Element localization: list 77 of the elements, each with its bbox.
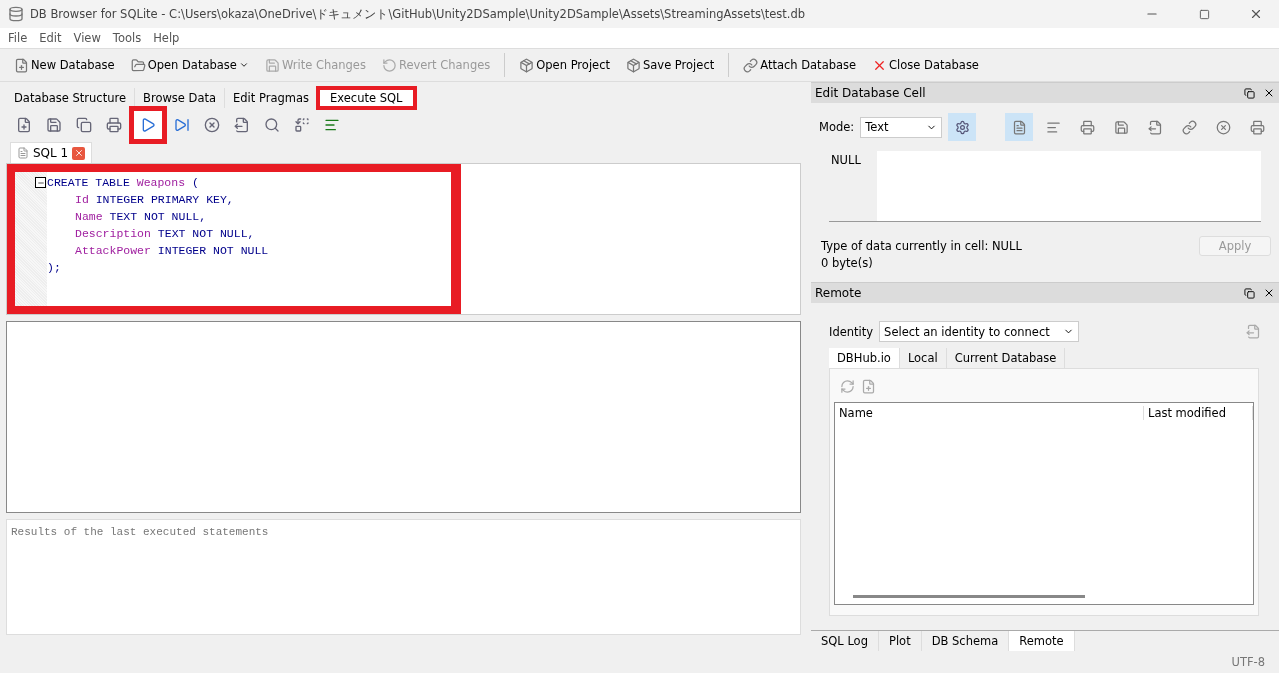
clear-icon <box>1215 119 1231 135</box>
menu-item[interactable]: File <box>2 31 34 45</box>
lines-icon <box>324 117 340 133</box>
box-icon <box>519 57 535 73</box>
code-line: Name TEXT NOT NULL, <box>74 209 208 225</box>
indent-icon <box>1045 119 1061 135</box>
dock-title: Remote <box>815 286 863 300</box>
code-line: ); <box>47 260 62 276</box>
print-icon <box>1249 119 1265 135</box>
code-line: Description TEXT NOT NULL, <box>74 226 256 242</box>
undo-icon <box>381 57 397 73</box>
app-icon <box>8 6 24 22</box>
size-info: 0 byte(s) <box>821 256 873 270</box>
column-header[interactable]: Name <box>835 406 1144 420</box>
export-icon <box>1147 119 1163 135</box>
toolbar-button[interactable]: Open Database <box>122 55 257 75</box>
code-line: AttackPower INTEGER NOT NULL <box>74 243 270 259</box>
close-icon <box>1249 7 1263 21</box>
window-title: DB Browser for SQLite - C:\Users\okaza\OneDrive\ドキュメント\GitHub\Unity2DSample\Unity2DSample\Assets\StreamingAssets\test.db <box>30 6 807 22</box>
toolbar-icon-button[interactable] <box>130 107 166 143</box>
identity-select[interactable]: Select an identity to connect <box>879 321 1080 342</box>
menu-item[interactable]: Tools <box>106 31 148 45</box>
code-line: Id INTEGER PRIMARY KEY, <box>74 192 235 208</box>
caret-icon <box>238 60 249 70</box>
save-icon <box>1113 119 1129 135</box>
encoding-label: UTF-8 <box>1231 655 1265 669</box>
skip-icon <box>174 117 190 133</box>
select-value: Text <box>865 120 889 134</box>
export-icon <box>234 117 250 133</box>
message-pane: Results of the last executed statements <box>6 519 801 635</box>
document-icon <box>1011 119 1027 135</box>
code-line: CREATE TABLE Weapons ( <box>47 174 451 191</box>
tab[interactable]: Execute SQL <box>318 88 416 108</box>
toolbar-button[interactable]: Close Database <box>864 55 987 75</box>
cell-value: NULL <box>829 151 877 221</box>
dock-title: Edit Database Cell <box>815 86 927 100</box>
float-icon[interactable] <box>1244 287 1255 299</box>
menu-item[interactable]: View <box>67 31 107 45</box>
sql-editor[interactable]: CREATE TABLE Weapons ( Id INTEGER PRIMARY KEY, Name TEXT NOT NULL, Description TEXT NOT NULL, AttackPower INTEGER NOT NULL ); <box>6 163 801 315</box>
mode-label: Mode: <box>819 120 855 134</box>
identity-label: Identity <box>829 324 874 339</box>
file-plus-icon <box>14 57 29 73</box>
link-icon <box>743 57 759 73</box>
mode-select[interactable]: Text <box>860 116 943 138</box>
editor-tab[interactable]: SQL 1 <box>10 142 93 163</box>
printer-icon <box>1079 119 1095 135</box>
column-header[interactable]: Last modified <box>1144 406 1253 420</box>
menu-item[interactable]: Edit <box>33 31 68 45</box>
save-icon <box>264 57 280 73</box>
fold-marker-icon[interactable] <box>35 177 46 188</box>
box-icon <box>626 57 641 73</box>
select-value: Select an identity to connect <box>884 324 1050 339</box>
maximize-icon <box>1198 8 1210 20</box>
close-icon[interactable] <box>1263 87 1275 99</box>
link-icon <box>1181 119 1197 135</box>
stop-icon <box>204 117 220 133</box>
cell-editor[interactable]: NULL <box>829 151 1261 222</box>
toolbar-button[interactable]: Attach Database <box>735 55 865 75</box>
float-icon[interactable] <box>1244 87 1255 99</box>
menu-item[interactable]: Help <box>147 31 186 45</box>
tab[interactable]: DBHub.io <box>829 348 900 368</box>
search-icon <box>264 117 280 133</box>
close-icon[interactable] <box>1263 287 1275 299</box>
auto-switch-button[interactable] <box>948 113 977 141</box>
toolbar-button[interactable]: Open Project <box>511 55 618 75</box>
toolbar-button[interactable]: New Database <box>6 55 123 75</box>
play-icon <box>140 117 156 133</box>
file-icon <box>17 147 29 159</box>
folder-icon <box>130 57 146 73</box>
type-info: Type of data currently in cell: NULL <box>821 239 1022 253</box>
save-icon <box>46 117 62 133</box>
toolbar-button[interactable]: Save Project <box>618 55 723 75</box>
dock-tab[interactable]: Remote <box>1009 631 1075 651</box>
gear-icon <box>954 119 970 135</box>
tab-label: SQL 1 <box>33 146 69 160</box>
print-icon <box>106 117 122 133</box>
text-mode-button[interactable] <box>1005 113 1033 141</box>
